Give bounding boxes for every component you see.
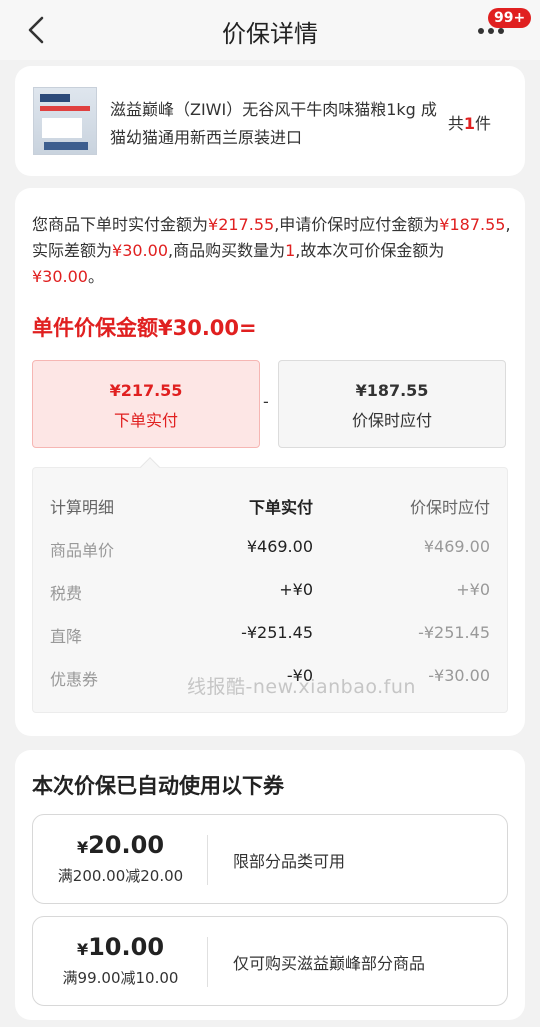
- highlight-value: ¥217.55: [208, 215, 275, 234]
- coupon-scope: 限部分品类可用: [233, 852, 346, 871]
- coupon-currency: ¥: [76, 838, 89, 857]
- qty-prefix: 共: [447, 114, 464, 133]
- table-header-paid: 下单实付: [248, 498, 313, 517]
- coupon-item[interactable]: ¥20.00 满200.00减20.00 限部分品类可用: [32, 814, 508, 904]
- thumbnail-footer: [44, 142, 88, 150]
- unit-protection-amount: 单件价保金额¥30.00=: [32, 316, 257, 340]
- row-due-value: -¥251.45: [418, 623, 490, 642]
- more-dots-icon: [478, 28, 484, 34]
- row-due-value: +¥0: [456, 580, 490, 599]
- minus-sign: -: [263, 392, 269, 411]
- coupons-section-title: 本次价保已自动使用以下券: [32, 774, 284, 798]
- row-paid-value: ¥469.00: [246, 537, 313, 556]
- message-count-badge: 99+: [488, 8, 532, 28]
- highlight-value: ¥30.00: [32, 267, 88, 286]
- coupon-currency: ¥: [76, 940, 89, 959]
- coupon-item[interactable]: ¥10.00 满99.00减10.00 仅可购买滋益巅峰部分商品: [32, 916, 508, 1006]
- explanation-segment: ,故本次可价保金额为: [295, 241, 445, 260]
- explanation-segment: ,商品购买数量为: [168, 241, 286, 260]
- thumbnail-stripe: [40, 106, 90, 111]
- paid-amount: ¥217.55: [109, 381, 183, 400]
- table-header-due: 价保时应付: [409, 498, 490, 517]
- watermark: 线报酷-new.xianbao.fun: [187, 676, 416, 698]
- coupon-scope: 仅可购买滋益巅峰部分商品: [233, 954, 426, 973]
- row-paid-value: -¥251.45: [241, 623, 313, 642]
- top-nav-bar: 价保详情 99+: [0, 0, 540, 60]
- coupon-condition: 满200.00减20.00: [57, 867, 184, 885]
- highlight-value: ¥30.00: [112, 241, 168, 260]
- qty-number: 1: [463, 114, 475, 133]
- row-label: 税费: [50, 584, 83, 603]
- paid-amount-box[interactable]: ¥217.55 下单实付: [32, 360, 260, 448]
- explanation-segment: 。: [87, 267, 104, 286]
- row-due-value: ¥469.00: [423, 537, 490, 556]
- row-due-value: -¥30.00: [428, 666, 490, 685]
- thumbnail-brand-band: [40, 94, 70, 102]
- product-quantity: 共1件: [448, 110, 491, 134]
- due-label: 价保时应付: [351, 411, 432, 430]
- explanation-text: 您商品下单时实付金额为¥217.55,申请价保时应付金额为¥187.55,实际差…: [32, 212, 512, 290]
- explanation-segment: 您商品下单时实付金额为: [32, 215, 209, 234]
- product-card[interactable]: 滋益巅峰（ZIWI）无谷风干牛肉味猫粮1kg 成猫幼猫通用新西兰原装进口 共1件: [15, 66, 525, 176]
- coupon-divider: [207, 937, 208, 987]
- row-label: 直降: [50, 627, 83, 646]
- more-dot: [488, 28, 494, 34]
- due-amount: ¥187.55: [355, 381, 429, 400]
- coupon-divider: [207, 835, 208, 885]
- table-header-item: 计算明细: [50, 498, 115, 517]
- coupon-amount: ¥10.00: [33, 933, 208, 961]
- coupon-value: 20.00: [88, 831, 165, 859]
- more-dot: [498, 28, 504, 34]
- page-title: 价保详情: [222, 20, 318, 48]
- thumbnail-label: [42, 118, 82, 138]
- coupon-value: 10.00: [88, 933, 165, 961]
- coupons-card: 本次价保已自动使用以下券 ¥20.00 满200.00减20.00 限部分品类可…: [15, 750, 525, 1020]
- due-amount-box[interactable]: ¥187.55 价保时应付: [278, 360, 506, 448]
- highlight-value: 1: [285, 241, 296, 260]
- price-protection-detail-card: 您商品下单时实付金额为¥217.55,申请价保时应付金额为¥187.55,实际差…: [15, 188, 525, 736]
- row-label: 商品单价: [50, 541, 115, 560]
- product-name: 滋益巅峰（ZIWI）无谷风干牛肉味猫粮1kg 成猫幼猫通用新西兰原装进口: [110, 100, 437, 147]
- highlight-value: ¥187.55: [439, 215, 506, 234]
- qty-suffix: 件: [474, 114, 491, 133]
- coupon-amount: ¥20.00: [33, 831, 208, 859]
- paid-label: 下单实付: [113, 411, 178, 430]
- row-paid-value: +¥0: [279, 580, 313, 599]
- product-thumbnail: [33, 87, 97, 155]
- explanation-segment: ,申请价保时应付金额为: [274, 215, 440, 234]
- coupon-condition: 满99.00减10.00: [62, 969, 179, 987]
- row-label: 优惠券: [50, 670, 99, 689]
